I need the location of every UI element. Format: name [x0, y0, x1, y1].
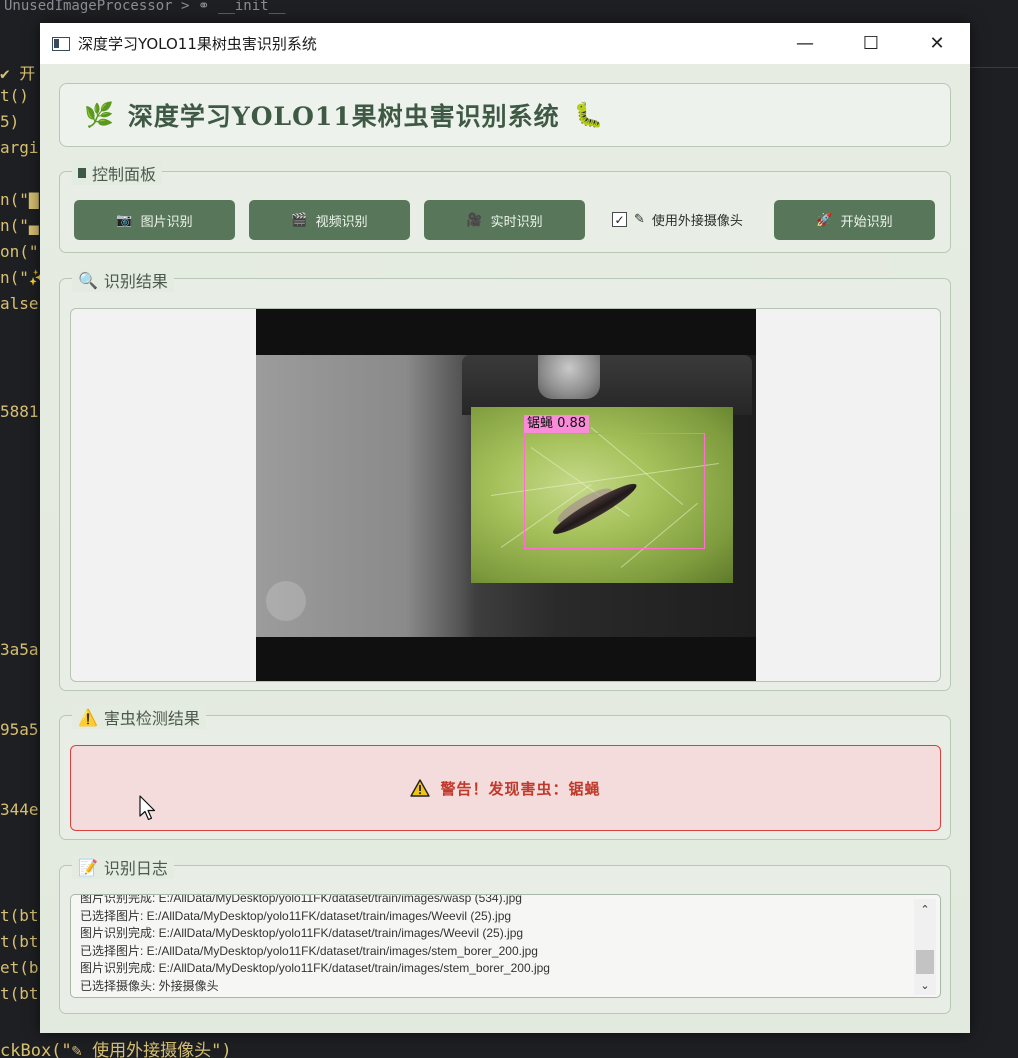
log-scrollbar[interactable]: ⌃ ⌄	[914, 899, 936, 995]
window-title: 深度学习YOLO11果树虫害识别系统	[78, 35, 317, 53]
ide-code-line: 95a5	[0, 720, 39, 739]
leaf-icon: 🌿	[84, 101, 114, 129]
start-recognition-button[interactable]: 🚀 开始识别	[774, 200, 935, 240]
ide-code-line: 5881	[0, 402, 39, 421]
caterpillar-icon: 🐛	[573, 101, 604, 129]
magnifier-icon: 🔍	[78, 270, 98, 290]
app-header: 🌿 深度学习YOLO11果树虫害识别系统 🐛	[59, 83, 951, 147]
log-panel: 📝 识别日志 图片识别完成: E:/AllData/MyDesktop/yolo…	[59, 855, 951, 1014]
external-camera-checkbox[interactable]: ✓ ✎ 使用外接摄像头	[612, 210, 743, 229]
ide-code-line: 3a5a	[0, 640, 39, 659]
pen-icon: ✎	[634, 212, 645, 227]
maximize-icon: ☐	[862, 33, 880, 54]
log-line: 已选择图片: E:/AllData/MyDesktop/yolo11FK/dat…	[80, 943, 538, 958]
log-line: 图片识别完成: E:/AllData/MyDesktop/yolo11FK/da…	[80, 894, 522, 905]
log-line: 图片识别完成: E:/AllData/MyDesktop/yolo11FK/da…	[80, 961, 550, 976]
log-line: 已选择图片: E:/AllData/MyDesktop/yolo11FK/dat…	[80, 908, 512, 923]
video-camera-icon: 🎥	[466, 212, 483, 228]
camera-icon: 📷	[116, 212, 133, 228]
pest-alert-text: 警告！发现害虫：锯蝇	[440, 779, 601, 798]
image-recognition-button[interactable]: 📷 图片识别	[74, 200, 235, 240]
ide-breadcrumb: UnusedImageProcessor > ⚭ __init__	[4, 0, 286, 14]
title-bar[interactable]: 深度学习YOLO11果树虫害识别系统 — ☐ ✕	[40, 23, 970, 64]
ide-code-line: argi	[0, 138, 39, 157]
log-textarea[interactable]: 图片识别完成: E:/AllData/MyDesktop/yolo11FK/da…	[70, 894, 941, 998]
result-image-frame: 锯蝇 0.88	[70, 308, 941, 682]
video-recognition-button[interactable]: 🎬 视频识别	[249, 200, 410, 240]
control-panel-legend: 控制面板	[72, 161, 163, 185]
realtime-recognition-button[interactable]: 🎥 实时识别	[424, 200, 585, 240]
memo-icon: 📝	[78, 857, 98, 877]
scroll-thumb[interactable]	[916, 950, 934, 974]
ide-code-line: t(bt	[0, 932, 39, 951]
ide-code-line: n("▄	[0, 216, 39, 235]
maximize-button[interactable]: ☐	[838, 23, 904, 64]
mouse-cursor-icon	[139, 795, 156, 821]
result-panel: 🔍 识别结果 锯蝇 0.88	[59, 268, 951, 691]
control-panel: 控制面板 📷 图片识别 🎬 视频识别 🎥 实时识别 ✓ ✎ 使用外接摄像头 🚀	[59, 161, 951, 253]
close-icon: ✕	[929, 33, 945, 54]
close-button[interactable]: ✕	[904, 23, 970, 64]
checkbox-label: 使用外接摄像头	[651, 214, 743, 229]
clapperboard-icon: 🎬	[291, 212, 308, 228]
result-image: 锯蝇 0.88	[256, 309, 756, 681]
scroll-up-icon[interactable]: ⌃	[914, 899, 936, 919]
detection-label: 锯蝇 0.88	[524, 415, 590, 433]
log-line: 已选择摄像头: 外接摄像头	[80, 978, 219, 993]
pest-result-panel: ⚠️ 害虫检测结果 警告！发现害虫：锯蝇	[59, 705, 951, 840]
pest-alert: 警告！发现害虫：锯蝇	[70, 745, 941, 831]
log-panel-legend: 📝 识别日志	[72, 855, 174, 879]
ide-code-line: t()	[0, 86, 29, 105]
app-header-title: 深度学习YOLO11果树虫害识别系统	[127, 102, 560, 131]
ide-divider	[970, 62, 1018, 68]
check-icon: ✓	[614, 212, 625, 227]
main-content: 🌿 深度学习YOLO11果树虫害识别系统 🐛 控制面板 📷 图片识别 🎬 视频识…	[40, 64, 970, 1033]
pest-result-legend: ⚠️ 害虫检测结果	[72, 705, 206, 729]
watermark	[266, 581, 306, 621]
alert-warning-icon	[410, 779, 431, 797]
ide-code-line: t(bt	[0, 984, 39, 1003]
result-panel-legend: 🔍 识别结果	[72, 268, 174, 292]
phone-camera	[538, 355, 600, 399]
ide-code-line: alse	[0, 294, 39, 313]
app-window: 深度学习YOLO11果树虫害识别系统 — ☐ ✕ 🌿 深度学习YOLO11果树虫…	[40, 23, 970, 1033]
detection-bounding-box	[524, 433, 705, 549]
ide-code-line: 344e	[0, 800, 39, 819]
ide-code-bottom-line: ckBox("✎ 使用外接摄像头")	[0, 1041, 232, 1058]
checkbox-box[interactable]: ✓	[612, 212, 627, 227]
minimize-icon: —	[796, 33, 814, 54]
app-icon	[52, 36, 70, 51]
scroll-down-icon[interactable]: ⌄	[914, 975, 936, 995]
ide-code-line: on("	[0, 242, 39, 261]
rocket-icon: 🚀	[816, 212, 833, 228]
ide-code-line: 5)	[0, 112, 20, 131]
minimize-button[interactable]: —	[772, 23, 838, 64]
ide-code-line: n("▇	[0, 190, 39, 209]
ide-code-line: t(bt	[0, 906, 39, 925]
log-lines: 图片识别完成: E:/AllData/MyDesktop/yolo11FK/da…	[80, 894, 910, 996]
warning-icon: ⚠️	[78, 707, 98, 727]
ide-code-line: et(b	[0, 958, 39, 977]
log-line: 图片识别完成: E:/AllData/MyDesktop/yolo11FK/da…	[80, 926, 524, 941]
square-icon	[78, 168, 86, 178]
ide-code-line: ✔ 开	[0, 64, 36, 83]
